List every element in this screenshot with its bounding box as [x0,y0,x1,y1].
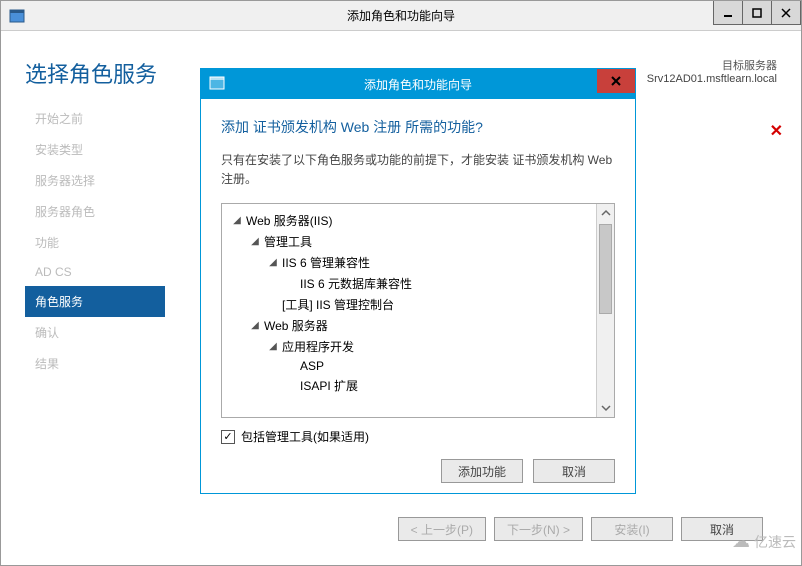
tree-item[interactable]: Web 服务器 [262,317,328,334]
step-features[interactable]: 功能 [25,227,165,258]
titlebar: 添加角色和功能向导 [1,1,801,31]
feature-tree: ◢Web 服务器(IIS) ◢管理工具 ◢IIS 6 管理兼容性 IIS 6 元… [221,203,615,418]
checkbox-label: 包括管理工具(如果适用) [241,428,369,445]
tree-item[interactable]: Web 服务器(IIS) [244,212,332,229]
dialog-explain: 只有在安装了以下角色服务或功能的前提下，才能安装 证书颁发机构 Web 注册。 [221,151,615,189]
cancel-button[interactable]: 取消 [681,517,763,541]
scroll-up-button[interactable] [597,204,614,222]
tree-scrollbar[interactable] [596,204,614,417]
tree-item[interactable]: ISAPI 扩展 [298,377,358,394]
add-features-button[interactable]: 添加功能 [441,459,523,483]
maximize-button[interactable] [742,1,772,25]
tree-content[interactable]: ◢Web 服务器(IIS) ◢管理工具 ◢IIS 6 管理兼容性 IIS 6 元… [222,204,596,417]
tree-item[interactable]: ASP [298,359,324,373]
tree-item[interactable]: IIS 6 管理兼容性 [280,254,370,271]
tree-twisty-icon[interactable]: ◢ [248,236,262,247]
steps-nav: 开始之前 安装类型 服务器选择 服务器角色 功能 AD CS 角色服务 确认 结… [25,101,165,507]
page-title: 选择角色服务 [25,57,157,89]
tree-item[interactable]: 管理工具 [262,233,312,250]
step-install-type[interactable]: 安装类型 [25,134,165,165]
close-button[interactable] [771,1,801,25]
step-confirm[interactable]: 确认 [25,317,165,348]
tree-twisty-icon[interactable]: ◢ [230,215,244,226]
tree-item[interactable]: [工具] IIS 管理控制台 [280,296,394,313]
dialog-close-button[interactable] [597,69,635,93]
error-close-icon[interactable]: ✕ [770,121,783,141]
window-controls [714,1,801,25]
tree-twisty-icon[interactable]: ◢ [248,320,262,331]
step-server-select[interactable]: 服务器选择 [25,165,165,196]
dialog-question: 添加 证书颁发机构 Web 注册 所需的功能? [221,117,615,137]
dialog-buttons: 添加功能 取消 [221,459,615,483]
install-button[interactable]: 安装(I) [591,517,673,541]
dialog-body: 添加 证书颁发机构 Web 注册 所需的功能? 只有在安装了以下角色服务或功能的… [201,99,635,493]
step-results[interactable]: 结果 [25,348,165,379]
tree-twisty-icon[interactable]: ◢ [266,341,280,352]
step-role-services[interactable]: 角色服务 [25,286,165,317]
add-features-dialog: 添加角色和功能向导 添加 证书颁发机构 Web 注册 所需的功能? 只有在安装了… [200,68,636,494]
tree-item[interactable]: 应用程序开发 [280,338,354,355]
minimize-button[interactable] [713,1,743,25]
step-server-role[interactable]: 服务器角色 [25,196,165,227]
prev-button[interactable]: < 上一步(P) [398,517,486,541]
step-adcs[interactable]: AD CS [25,258,165,286]
scroll-down-button[interactable] [597,399,614,417]
include-mgmt-checkbox-row[interactable]: ✓ 包括管理工具(如果适用) [221,428,615,445]
server-name: Srv12AD01.msftlearn.local [647,73,777,85]
checkbox-checked-icon[interactable]: ✓ [221,430,235,444]
dialog-cancel-button[interactable]: 取消 [533,459,615,483]
window-title: 添加角色和功能向导 [1,7,801,24]
tree-item[interactable]: IIS 6 元数据库兼容性 [298,275,412,292]
next-button[interactable]: 下一步(N) > [494,517,583,541]
footer-buttons: < 上一步(P) 下一步(N) > 安装(I) 取消 [25,507,777,555]
dialog-titlebar: 添加角色和功能向导 [201,69,635,99]
server-label: 目标服务器 [647,57,777,73]
scroll-track[interactable] [597,222,614,399]
wizard-icon [9,8,25,24]
tree-twisty-icon[interactable]: ◢ [266,257,280,268]
dialog-title: 添加角色和功能向导 [201,76,635,93]
step-before[interactable]: 开始之前 [25,103,165,134]
dialog-icon [209,75,225,94]
server-info: 目标服务器 Srv12AD01.msftlearn.local [647,57,777,85]
scroll-thumb[interactable] [599,224,612,314]
